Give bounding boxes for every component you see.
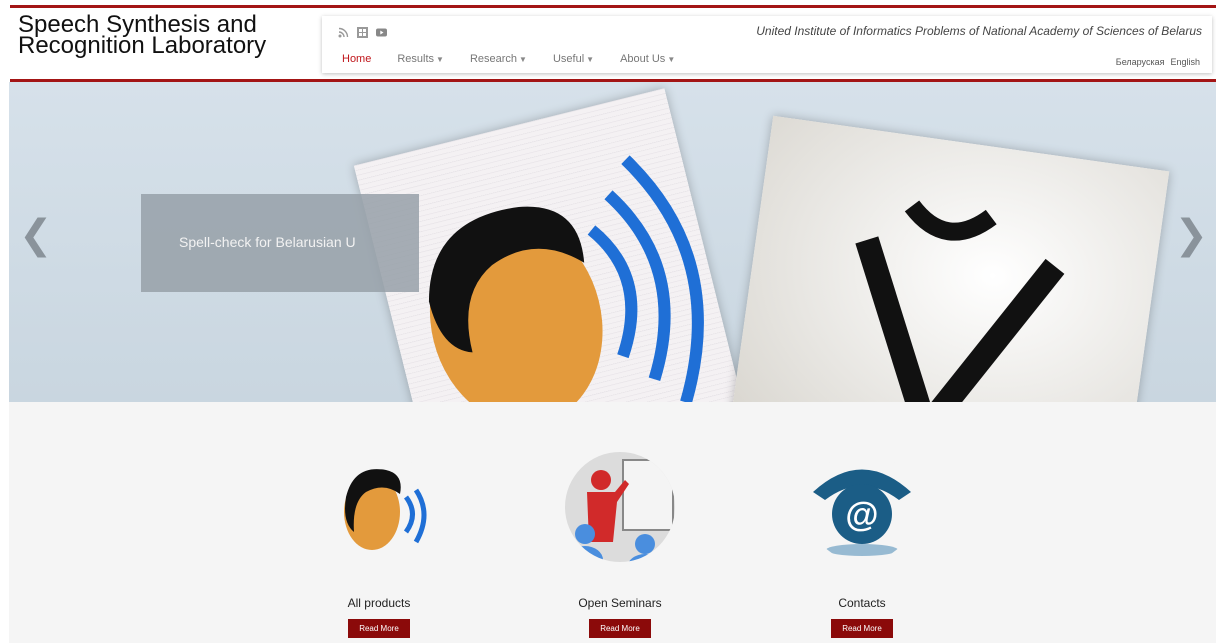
email-at-icon[interactable]: @ — [807, 452, 917, 562]
carousel-caption-text: Spell-check for Belarusian U — [179, 234, 356, 250]
read-more-button[interactable]: Read More — [831, 619, 893, 638]
feature-label: Open Seminars — [578, 596, 662, 610]
presenter-icon[interactable] — [565, 452, 675, 562]
carousel-caption[interactable]: Spell-check for Belarusian U — [141, 194, 419, 292]
lang-english[interactable]: English — [1170, 57, 1200, 67]
menu-results-label: Results — [397, 53, 435, 65]
menu-useful-label: Useful — [552, 53, 585, 65]
caret-down-icon: ▼ — [667, 55, 676, 64]
features-section: All products Read More Open Seminars Rea… — [9, 402, 1216, 643]
read-more-button[interactable]: Read More — [589, 619, 651, 638]
menu-home[interactable]: Home — [342, 53, 371, 65]
lang-belarusian[interactable]: Беларуская — [1116, 57, 1165, 67]
caret-down-icon: ▼ — [586, 55, 595, 64]
site-title[interactable]: Speech Synthesis and Recognition Laborat… — [18, 13, 308, 59]
chevron-right-icon[interactable]: ❯ — [1174, 212, 1208, 258]
rss-icon[interactable] — [338, 25, 349, 38]
menu-about-us-label: About Us — [620, 53, 666, 65]
menu-home-label: Home — [342, 53, 372, 65]
menu-useful[interactable]: Useful ▼ — [553, 53, 594, 65]
letter-u-breve-illustration — [855, 200, 1065, 402]
menu-about-us[interactable]: About Us ▼ — [620, 53, 675, 65]
navigation-panel: United Institute of Informatics Problems… — [322, 16, 1212, 73]
speaking-head-icon[interactable] — [324, 452, 434, 562]
vk-icon[interactable] — [357, 25, 368, 38]
main-menu: Home Results ▼ Research ▼ Useful ▼ About Us… — [342, 53, 701, 65]
feature-label: Contacts — [838, 596, 886, 610]
menu-research[interactable]: Research ▼ — [470, 53, 527, 65]
top-divider — [10, 5, 1216, 8]
chevron-left-icon[interactable]: ❮ — [19, 212, 53, 258]
menu-results[interactable]: Results ▼ — [397, 53, 444, 65]
institute-name[interactable]: United Institute of Informatics Problems… — [756, 24, 1202, 38]
youtube-icon[interactable] — [376, 25, 387, 37]
caret-down-icon: ▼ — [436, 55, 444, 64]
hero-carousel: Spell-check for Belarusian U ❮ ❯ — [9, 82, 1216, 402]
caret-down-icon: ▼ — [519, 55, 527, 64]
read-more-button[interactable]: Read More — [348, 619, 410, 638]
svg-text:@: @ — [845, 496, 878, 534]
social-links — [338, 25, 387, 38]
feature-label: All products — [347, 596, 411, 610]
menu-research-label: Research — [469, 53, 518, 65]
site-title-line2: Recognition Laboratory — [18, 32, 267, 59]
site-header: Speech Synthesis and Recognition Laborat… — [0, 0, 1216, 82]
language-switcher: Беларуская English — [1116, 57, 1200, 67]
letter-slide-image — [728, 115, 1170, 402]
